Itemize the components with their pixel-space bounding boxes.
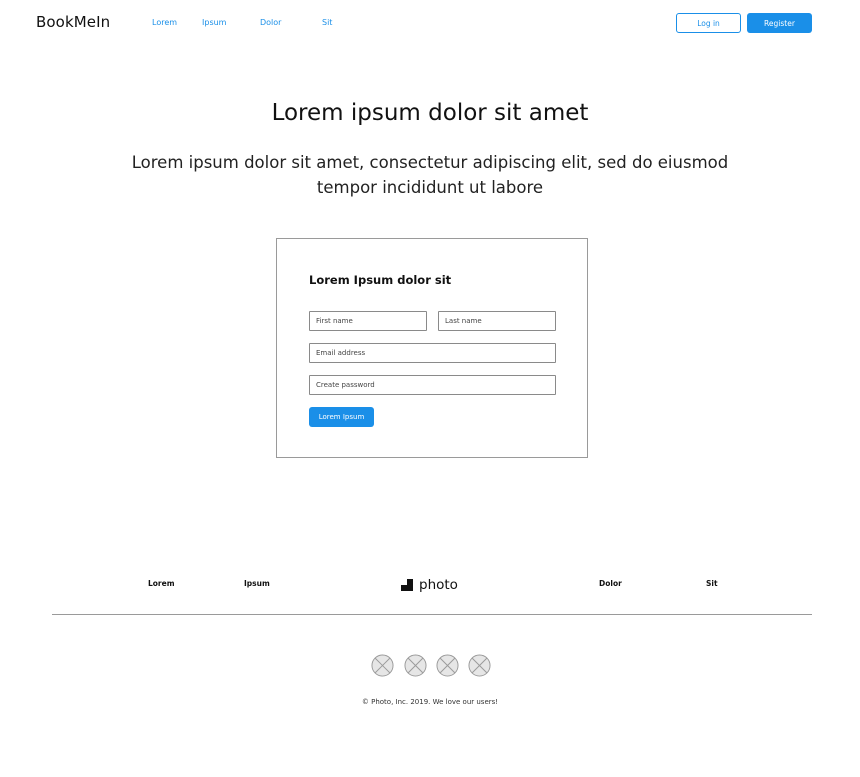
footer-divider — [52, 614, 812, 615]
register-button[interactable]: Register — [747, 13, 812, 33]
hero-subtitle: Lorem ipsum dolor sit amet, consectetur … — [131, 153, 729, 197]
social-icon-placeholder[interactable] — [468, 654, 491, 677]
footer-link-dolor[interactable]: Dolor — [599, 579, 622, 588]
social-icon-placeholder[interactable] — [371, 654, 394, 677]
login-button[interactable]: Log in — [676, 13, 741, 33]
submit-button[interactable]: Lorem Ipsum — [309, 407, 374, 427]
email-field[interactable]: Email address — [309, 343, 556, 363]
nav-link-dolor[interactable]: Dolor — [260, 18, 281, 27]
footer-logo[interactable]: photo — [401, 577, 458, 593]
nav-link-sit[interactable]: Sit — [322, 18, 332, 27]
signup-card: Lorem Ipsum dolor sit First name Last na… — [276, 238, 588, 458]
first-name-field[interactable]: First name — [309, 311, 427, 331]
social-icon-placeholder[interactable] — [436, 654, 459, 677]
footer-link-ipsum[interactable]: Ipsum — [244, 579, 270, 588]
footer-link-sit[interactable]: Sit — [706, 579, 718, 588]
brand-logo[interactable]: BookMeIn — [36, 13, 110, 31]
footer-logo-text: photo — [419, 577, 458, 593]
footer-link-lorem[interactable]: Lorem — [148, 579, 175, 588]
photo-logo-icon — [401, 579, 413, 591]
nav-link-lorem[interactable]: Lorem — [152, 18, 177, 27]
last-name-field[interactable]: Last name — [438, 311, 556, 331]
signup-card-title: Lorem Ipsum dolor sit — [309, 273, 452, 287]
nav-link-ipsum[interactable]: Ipsum — [202, 18, 226, 27]
social-icon-placeholder[interactable] — [404, 654, 427, 677]
hero-title: Lorem ipsum dolor sit amet — [271, 100, 589, 126]
password-field[interactable]: Create password — [309, 375, 556, 395]
copyright-text: © Photo, Inc. 2019. We love our users! — [361, 698, 499, 706]
